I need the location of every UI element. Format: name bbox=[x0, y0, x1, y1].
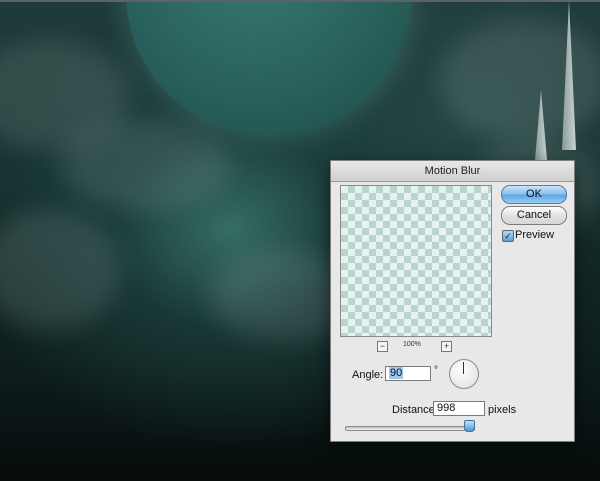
angle-label: Angle: bbox=[352, 369, 384, 381]
distance-label: Distance: bbox=[392, 404, 438, 416]
angle-input[interactable]: 90 bbox=[385, 366, 431, 381]
distance-input[interactable]: 998 bbox=[433, 401, 485, 416]
distance-slider-track[interactable] bbox=[345, 426, 475, 431]
moon-image bbox=[126, 0, 412, 136]
fog-cloud bbox=[60, 120, 230, 210]
motion-blur-dialog: Motion Blur − 100% + OK Cancel ✓ Preview… bbox=[330, 160, 575, 442]
angle-value: 90 bbox=[389, 367, 404, 379]
zoom-in-button[interactable]: + bbox=[441, 341, 452, 352]
angle-dial[interactable] bbox=[449, 359, 479, 389]
preview-label: Preview bbox=[515, 229, 555, 241]
fog-cloud bbox=[440, 20, 600, 140]
top-edge bbox=[0, 0, 600, 2]
degree-unit: ° bbox=[434, 365, 438, 376]
cancel-button[interactable]: Cancel bbox=[501, 206, 567, 225]
dialog-title: Motion Blur bbox=[331, 161, 574, 182]
ok-button[interactable]: OK bbox=[501, 185, 567, 204]
zoom-out-button[interactable]: − bbox=[377, 341, 388, 352]
pixels-unit: pixels bbox=[488, 404, 517, 416]
preview-checkbox[interactable]: ✓ bbox=[502, 230, 514, 242]
angle-dial-needle bbox=[463, 362, 464, 374]
distance-slider-thumb[interactable] bbox=[463, 420, 475, 432]
preview-pane[interactable] bbox=[340, 185, 492, 337]
zoom-level: 100% bbox=[403, 341, 421, 348]
fog-cloud bbox=[0, 210, 120, 330]
